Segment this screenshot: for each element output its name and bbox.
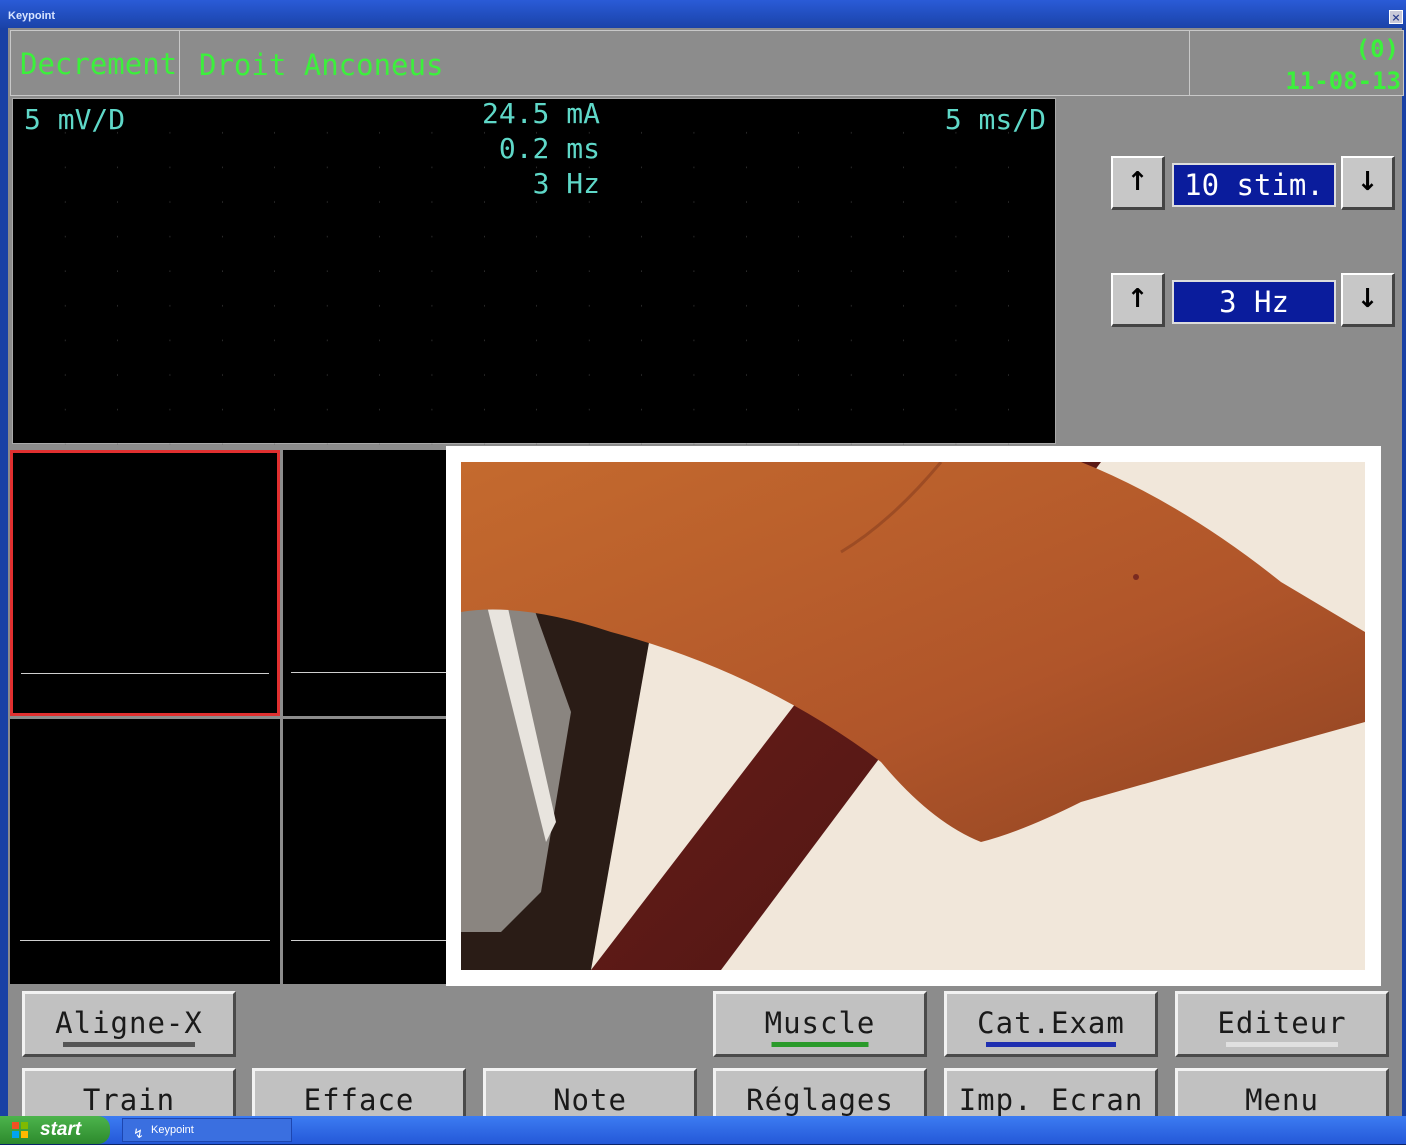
editeur-button[interactable]: Editeur xyxy=(1175,991,1389,1057)
status-panel: (0) 11-08-13 xyxy=(1189,30,1404,96)
window-title: Keypoint xyxy=(8,10,56,22)
trace-baseline xyxy=(291,940,446,941)
trace-cell-1[interactable] xyxy=(10,450,280,716)
rate-down-button[interactable]: ↓ xyxy=(1341,273,1395,327)
aligne-x-underline xyxy=(63,1042,195,1047)
arm-illustration xyxy=(461,462,1365,970)
muscle-underline xyxy=(771,1042,869,1047)
muscle-panel: Droit Anconeus xyxy=(179,30,1191,96)
muscle-label: Droit Anconeus xyxy=(199,48,444,82)
windows-logo-icon xyxy=(12,1122,28,1138)
aligne-x-label: Aligne-X xyxy=(55,1006,203,1040)
taskbar-item-keypoint[interactable]: ↯ Keypoint xyxy=(122,1118,292,1142)
start-label: start xyxy=(40,1119,82,1140)
muscle-label-btn: Muscle xyxy=(764,1006,876,1040)
date-label: 11-08-13 xyxy=(1285,67,1401,95)
train-label: Train xyxy=(82,1083,176,1117)
rate-field[interactable]: 3 Hz xyxy=(1172,280,1336,324)
editeur-label: Editeur xyxy=(1217,1006,1347,1040)
efface-label: Efface xyxy=(303,1083,415,1117)
duration-label: 0.2 ms xyxy=(498,132,600,165)
mode-panel: Decrement xyxy=(10,30,180,96)
stim-up-button[interactable]: ↑ xyxy=(1111,156,1165,210)
video-image xyxy=(461,462,1365,970)
sensitivity-label: 5 mV/D xyxy=(24,103,126,136)
muscle-button[interactable]: Muscle xyxy=(713,991,927,1057)
trace-cell-4[interactable] xyxy=(283,719,446,984)
window-titlebar: Keypoint × xyxy=(0,0,1406,30)
rate-up-button[interactable]: ↑ xyxy=(1111,273,1165,327)
close-icon[interactable]: × xyxy=(1389,10,1403,24)
trace-baseline xyxy=(291,672,446,673)
keypoint-app-icon: ↯ xyxy=(133,1126,144,1141)
cat-exam-underline xyxy=(986,1042,1116,1047)
imp-ecran-label: Imp. Ecran xyxy=(958,1083,1144,1117)
mode-label: Decrement xyxy=(20,47,178,81)
stim-down-button[interactable]: ↓ xyxy=(1341,156,1395,210)
stim-count-field[interactable]: 10 stim. xyxy=(1172,163,1336,207)
scope-display: 5 mV/D 24.5 mA 0.2 ms 3 Hz 5 ms/D xyxy=(12,97,1057,445)
reglages-label: Réglages xyxy=(746,1083,894,1117)
note-label: Note xyxy=(553,1083,627,1117)
current-label: 24.5 mA xyxy=(481,97,600,130)
editeur-underline xyxy=(1226,1042,1338,1047)
trace-baseline xyxy=(21,673,269,674)
trace-cell-3[interactable] xyxy=(10,719,280,984)
menu-label: Menu xyxy=(1245,1083,1319,1117)
taskbar: start ↯ Keypoint xyxy=(0,1116,1406,1144)
counter-label: (0) xyxy=(1355,35,1399,63)
taskbar-item-label: Keypoint xyxy=(151,1124,194,1136)
trace-cell-2[interactable] xyxy=(283,450,446,716)
frequency-label: 3 Hz xyxy=(532,167,600,200)
sweep-label: 5 ms/D xyxy=(944,103,1046,136)
aligne-x-button[interactable]: Aligne-X xyxy=(22,991,236,1057)
trace-baseline xyxy=(20,940,270,941)
cat-exam-label: Cat.Exam xyxy=(977,1006,1125,1040)
start-button[interactable]: start xyxy=(0,1116,110,1144)
cat-exam-button[interactable]: Cat.Exam xyxy=(944,991,1158,1057)
